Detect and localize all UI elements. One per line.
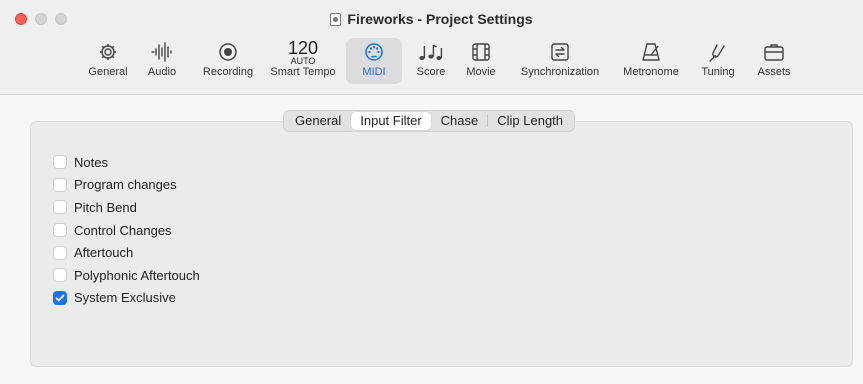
toolbar-audio[interactable]: Audio bbox=[141, 38, 183, 84]
checkbox-label: Program changes bbox=[74, 177, 177, 193]
toolbar-smart-tempo-label: Smart Tempo bbox=[270, 66, 336, 78]
gear-icon bbox=[84, 38, 132, 66]
filter-option-aftertouch[interactable]: Aftertouch bbox=[53, 241, 200, 264]
tab-chase[interactable]: Chase bbox=[432, 112, 488, 130]
briefcase-icon bbox=[752, 38, 796, 66]
window-title: Fireworks - Project Settings bbox=[0, 11, 863, 27]
filter-option-pitch-bend[interactable]: Pitch Bend bbox=[53, 196, 200, 219]
midi-connector-icon bbox=[346, 38, 402, 66]
checkbox-label: System Exclusive bbox=[74, 290, 176, 306]
toolbar-midi[interactable]: MIDI bbox=[346, 38, 402, 84]
input-filter-options: Notes Program changes Pitch Bend Control… bbox=[53, 151, 200, 309]
metronome-icon bbox=[617, 38, 685, 66]
checkbox[interactable] bbox=[53, 177, 67, 192]
record-icon bbox=[199, 38, 257, 66]
tempo-value: 120 bbox=[287, 37, 319, 58]
checkbox-label: Notes bbox=[74, 154, 108, 170]
filter-option-control-changes[interactable]: Control Changes bbox=[53, 219, 200, 242]
tab-clip-length[interactable]: Clip Length bbox=[488, 112, 572, 130]
toolbar-synchronization[interactable]: Synchronization bbox=[508, 38, 612, 84]
project-settings-window: Fireworks - Project Settings General Aud… bbox=[0, 0, 863, 384]
checkbox-checked[interactable] bbox=[53, 290, 67, 305]
checkbox[interactable] bbox=[53, 223, 67, 238]
toolbar-audio-label: Audio bbox=[147, 66, 177, 78]
toolbar-metronome-label: Metronome bbox=[623, 66, 679, 78]
waveform-icon bbox=[141, 38, 183, 66]
filter-option-program-changes[interactable]: Program changes bbox=[53, 174, 200, 197]
toolbar-score[interactable]: Score bbox=[411, 38, 451, 84]
tuning-fork-icon bbox=[697, 38, 739, 66]
toolbar-smart-tempo[interactable]: 120 AUTO Smart Tempo bbox=[265, 38, 341, 84]
checkbox-label: Pitch Bend bbox=[74, 199, 137, 215]
toolbar-synchronization-label: Synchronization bbox=[520, 66, 600, 78]
toolbar-tuning[interactable]: Tuning bbox=[697, 38, 739, 84]
toolbar-tuning-label: Tuning bbox=[701, 66, 735, 78]
toolbar-metronome[interactable]: Metronome bbox=[617, 38, 685, 84]
checkbox[interactable] bbox=[53, 268, 67, 283]
checkbox-label: Control Changes bbox=[74, 222, 172, 238]
toolbar-general-label: General bbox=[88, 66, 128, 78]
toolbar-movie-label: Movie bbox=[466, 66, 496, 78]
toolbar: Fireworks - Project Settings General Aud… bbox=[0, 0, 863, 95]
toolbar-recording-label: Recording bbox=[202, 66, 254, 78]
checkbox-label: Polyphonic Aftertouch bbox=[74, 267, 200, 283]
project-document-icon bbox=[330, 13, 342, 26]
toolbar-movie[interactable]: Movie bbox=[461, 38, 501, 84]
midi-settings-tabs: General Input Filter Chase Clip Length bbox=[283, 110, 576, 132]
toolbar-general[interactable]: General bbox=[84, 38, 132, 84]
tempo-mode: AUTO bbox=[290, 55, 316, 66]
tempo-icon: 120 AUTO bbox=[265, 38, 341, 66]
toolbar-midi-label: MIDI bbox=[362, 66, 386, 78]
tab-general[interactable]: General bbox=[286, 112, 350, 130]
toolbar-score-label: Score bbox=[416, 66, 446, 78]
checkbox-label: Aftertouch bbox=[74, 245, 134, 261]
checkbox[interactable] bbox=[53, 245, 67, 260]
tab-input-filter[interactable]: Input Filter bbox=[351, 112, 431, 130]
toolbar-recording[interactable]: Recording bbox=[199, 38, 257, 84]
filter-option-notes[interactable]: Notes bbox=[53, 151, 200, 174]
filter-option-system-exclusive[interactable]: System Exclusive bbox=[53, 287, 200, 310]
film-icon bbox=[461, 38, 501, 66]
sync-icon bbox=[508, 38, 612, 66]
music-notes-icon bbox=[411, 38, 451, 66]
checkmark-icon bbox=[55, 294, 65, 302]
window-title-text: Fireworks - Project Settings bbox=[347, 11, 533, 27]
toolbar-assets-label: Assets bbox=[757, 66, 791, 78]
filter-option-polyphonic-aftertouch[interactable]: Polyphonic Aftertouch bbox=[53, 264, 200, 287]
checkbox[interactable] bbox=[53, 200, 67, 215]
toolbar-assets[interactable]: Assets bbox=[752, 38, 796, 84]
checkbox[interactable] bbox=[53, 155, 67, 170]
